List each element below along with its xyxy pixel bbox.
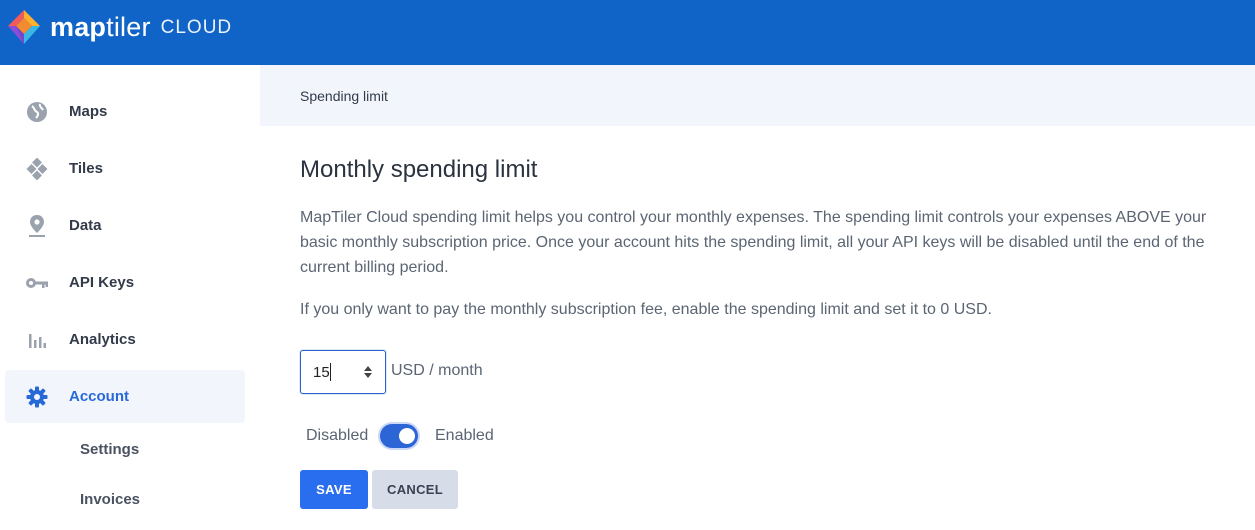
brand-subtitle: CLOUD [160,16,233,38]
text-caret [330,363,331,381]
cancel-button[interactable]: CANCEL [372,470,458,509]
pin-icon [25,214,49,238]
sidebar-item-label: Maps [69,103,108,120]
globe-icon [25,100,49,124]
maptiler-logo-icon [8,10,40,44]
sidebar-item-maps[interactable]: Maps [5,85,245,138]
brand-name: maptiler [50,11,151,42]
sidebar-item-label: Data [69,217,102,234]
sidebar-item-tiles[interactable]: Tiles [5,142,245,195]
page-title: Monthly spending limit [300,156,538,183]
top-bar: maptiler CLOUD [0,0,1255,65]
toggle-disabled-label: Disabled [306,427,369,444]
sidebar-subitem-settings[interactable]: Settings [80,441,139,458]
hint-paragraph: If you only want to pay the monthly subs… [300,301,992,318]
save-button[interactable]: SAVE [300,470,368,509]
spinner-arrows-icon[interactable] [363,364,373,380]
description-paragraph: MapTiler Cloud spending limit helps you … [300,209,1207,276]
toggle-knob [399,428,415,444]
sidebar-item-label: Tiles [69,160,103,177]
sidebar-item-label: API Keys [69,274,135,291]
sidebar-item-label: Account [69,388,129,405]
sidebar-item-label: Analytics [69,331,136,348]
sidebar-item-api-keys[interactable]: API Keys [5,256,245,309]
sidebar-item-data[interactable]: Data [5,199,245,252]
unit-label: USD / month [391,362,483,379]
sidebar-subitem-invoices[interactable]: Invoices [80,491,140,508]
sidebar-item-analytics[interactable]: Analytics [5,313,245,366]
sidebar: Maps Tiles Data API Keys Analytics Accou… [0,65,260,530]
spending-limit-input[interactable]: 15 [300,350,386,394]
maptiler-logo[interactable]: maptiler CLOUD [6,8,232,46]
sidebar-item-account[interactable]: Account [5,370,245,423]
toggle-enabled-label: Enabled [435,427,494,444]
spending-limit-value: 15 [313,364,330,381]
breadcrumb: Spending limit [260,65,1255,126]
breadcrumb-current: Spending limit [300,88,388,104]
key-icon [25,271,49,295]
spending-limit-toggle[interactable] [380,424,418,448]
analytics-icon [25,328,49,352]
gear-icon [25,385,49,409]
tiles-icon [25,157,49,181]
